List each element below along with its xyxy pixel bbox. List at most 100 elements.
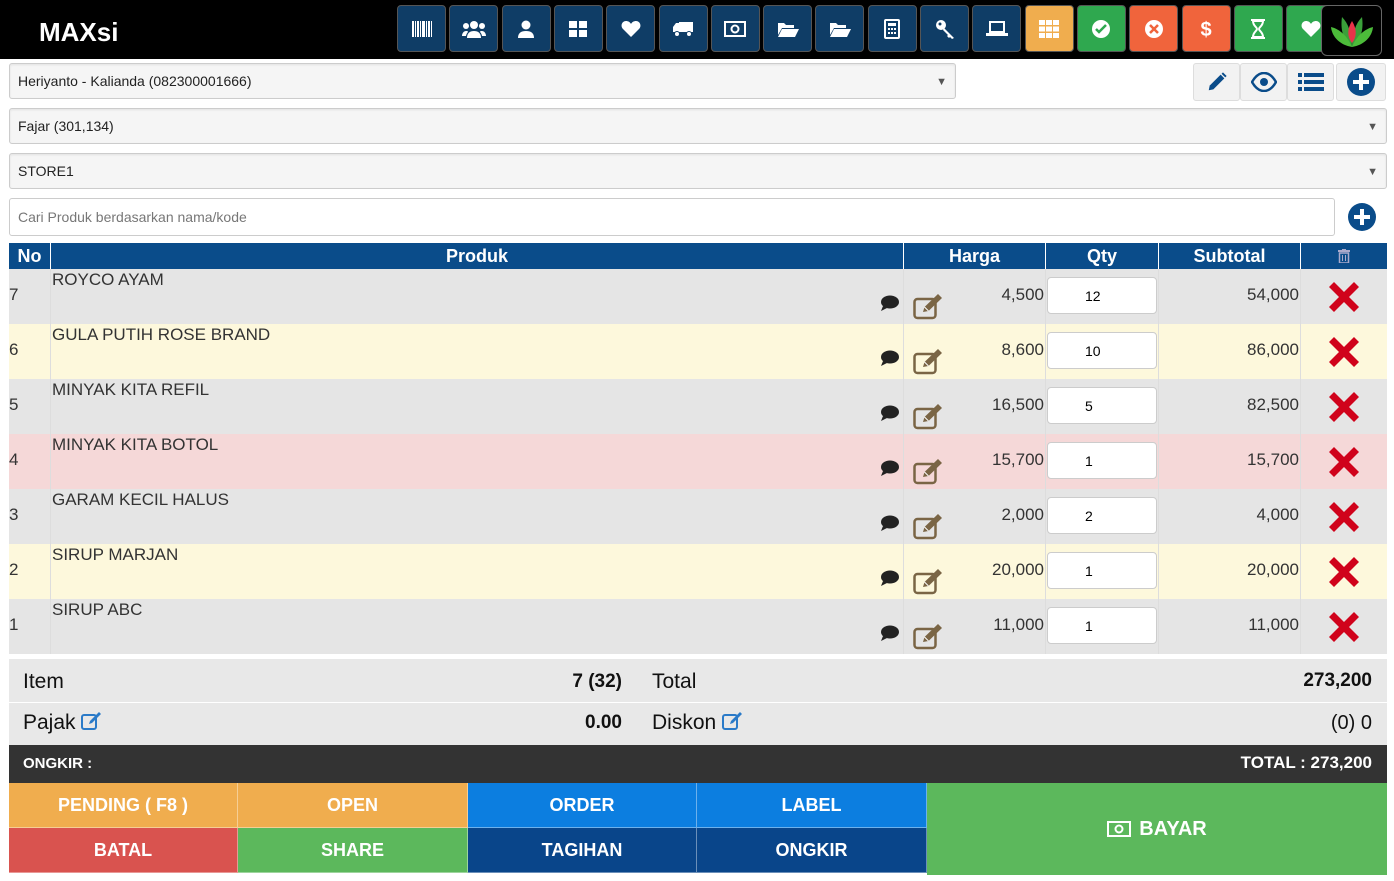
product-name: MINYAK KITA BOTOL xyxy=(52,435,219,454)
row-subtotal: 4,000 xyxy=(1159,489,1301,544)
folder-open-icon xyxy=(829,21,851,37)
row-qty-cell xyxy=(1046,544,1159,599)
delete-row-button[interactable] xyxy=(1301,599,1387,654)
product-search-input[interactable] xyxy=(9,198,1335,236)
pending-button[interactable]: PENDING ( F8 ) xyxy=(9,783,238,828)
toolbar-hourglass-button[interactable] xyxy=(1233,5,1283,52)
comment-icon[interactable] xyxy=(880,460,900,481)
delete-row-button[interactable] xyxy=(1301,379,1387,434)
row-produk: MINYAK KITA REFIL xyxy=(51,379,942,434)
delete-row-button[interactable] xyxy=(1301,324,1387,379)
toolbar-key-button[interactable] xyxy=(920,5,969,52)
ongkir-button[interactable]: ONGKIR xyxy=(697,828,927,873)
edit-pajak-icon[interactable] xyxy=(81,712,103,730)
row-harga: 20,000 xyxy=(904,544,1046,599)
total-value: 273,200 xyxy=(1303,670,1372,691)
header-produk: Produk xyxy=(51,243,904,269)
order-button[interactable]: ORDER xyxy=(468,783,697,828)
qty-input[interactable] xyxy=(1047,552,1157,589)
label-button[interactable]: LABEL xyxy=(697,783,927,828)
toolbar-barcode-button[interactable] xyxy=(397,5,446,52)
qty-input[interactable] xyxy=(1047,277,1157,314)
clear-all-button[interactable] xyxy=(1301,243,1387,269)
tagihan-button[interactable]: TAGIHAN xyxy=(468,828,697,873)
users-icon xyxy=(461,20,486,38)
toolbar-apps-grid-button[interactable] xyxy=(1024,5,1074,52)
batal-button[interactable]: BATAL xyxy=(9,828,238,873)
share-button[interactable]: SHARE xyxy=(238,828,468,873)
lotus-logo-icon[interactable] xyxy=(1321,5,1382,56)
add-product-button[interactable] xyxy=(1338,198,1386,236)
pencil-icon xyxy=(1208,72,1227,91)
comment-icon[interactable] xyxy=(880,625,900,646)
apps-grid-icon xyxy=(1039,19,1060,38)
pajak-label-text: Pajak xyxy=(23,711,76,734)
row-harga: 8,600 xyxy=(904,324,1046,379)
toolbar-calculator-button[interactable] xyxy=(867,5,917,52)
header-no: No xyxy=(9,243,51,269)
row-subtotal: 86,000 xyxy=(1159,324,1301,379)
summary-divider xyxy=(9,702,1387,703)
comment-icon[interactable] xyxy=(880,570,900,591)
toolbar-x-circle-button[interactable] xyxy=(1129,5,1179,52)
edit-diskon-icon[interactable] xyxy=(722,712,744,730)
delete-x-icon xyxy=(1329,336,1359,367)
truck-icon xyxy=(672,21,694,37)
delete-row-button[interactable] xyxy=(1301,269,1387,324)
comment-icon[interactable] xyxy=(880,295,900,316)
view-customer-button[interactable] xyxy=(1240,63,1287,101)
item-value: 7 (32) xyxy=(572,671,622,692)
customer-select[interactable]: Heriyanto - Kalianda (082300001666) ▼ xyxy=(9,63,956,99)
plus-circle-icon xyxy=(1348,203,1376,231)
toolbar-user-button[interactable] xyxy=(501,5,551,52)
toolbar-dollar-button[interactable]: $ xyxy=(1181,5,1231,52)
bayar-button[interactable]: BAYAR xyxy=(927,783,1387,875)
heart-icon xyxy=(1301,20,1321,38)
customer-select-value: Heriyanto - Kalianda (082300001666) xyxy=(18,73,252,89)
pajak-label: Pajak xyxy=(23,711,103,735)
store-select[interactable]: STORE1 ▼ xyxy=(9,153,1387,189)
summary-panel: Item 7 (32) Total 273,200 Pajak 0.00 Dis… xyxy=(9,659,1387,745)
delete-row-button[interactable] xyxy=(1301,434,1387,489)
row-harga: 2,000 xyxy=(904,489,1046,544)
salesman-select[interactable]: Fajar (301,134) ▼ xyxy=(9,108,1387,144)
list-customer-button[interactable] xyxy=(1287,63,1334,101)
plus-circle-icon xyxy=(1347,68,1375,96)
open-button[interactable]: OPEN xyxy=(238,783,468,828)
toolbar-folder-open-button[interactable] xyxy=(815,5,865,52)
row-qty-cell xyxy=(1046,379,1159,434)
qty-input[interactable] xyxy=(1047,332,1157,369)
row-qty-cell xyxy=(1046,434,1159,489)
comment-icon[interactable] xyxy=(880,350,900,371)
comment-icon[interactable] xyxy=(880,405,900,426)
product-name: GARAM KECIL HALUS xyxy=(52,490,229,509)
qty-input[interactable] xyxy=(1047,387,1157,424)
edit-customer-button[interactable] xyxy=(1193,63,1240,101)
grid-icon xyxy=(569,20,588,37)
pajak-value: 0.00 xyxy=(585,712,622,733)
toolbar-check-circle-button[interactable] xyxy=(1076,5,1126,52)
row-produk: SIRUP MARJAN xyxy=(51,544,942,599)
toolbar-folder-open-button[interactable] xyxy=(763,5,813,52)
table-row: 6GULA PUTIH ROSE BRAND 8,600 86,000 xyxy=(9,324,1387,379)
toolbar-money-button[interactable] xyxy=(710,5,760,52)
row-harga: 11,000 xyxy=(904,599,1046,654)
toolbar-grid-button[interactable] xyxy=(553,5,603,52)
toolbar-heart-button[interactable] xyxy=(606,5,656,52)
add-customer-button[interactable] xyxy=(1336,63,1386,101)
toolbar-laptop-button[interactable] xyxy=(972,5,1022,52)
chevron-down-icon: ▼ xyxy=(1367,121,1378,133)
grand-total: TOTAL : 273,200 xyxy=(1240,753,1372,772)
qty-input[interactable] xyxy=(1047,607,1157,644)
delete-row-button[interactable] xyxy=(1301,544,1387,599)
qty-input[interactable] xyxy=(1047,497,1157,534)
delete-x-icon xyxy=(1329,501,1359,532)
qty-input[interactable] xyxy=(1047,442,1157,479)
delete-row-button[interactable] xyxy=(1301,489,1387,544)
table-row: 3GARAM KECIL HALUS 2,000 4,000 xyxy=(9,489,1387,544)
row-produk: ROYCO AYAM xyxy=(51,269,942,324)
toolbar-truck-button[interactable] xyxy=(658,5,708,52)
comment-icon[interactable] xyxy=(880,515,900,536)
total-label: Total xyxy=(652,670,697,693)
toolbar-users-button[interactable] xyxy=(449,5,499,52)
